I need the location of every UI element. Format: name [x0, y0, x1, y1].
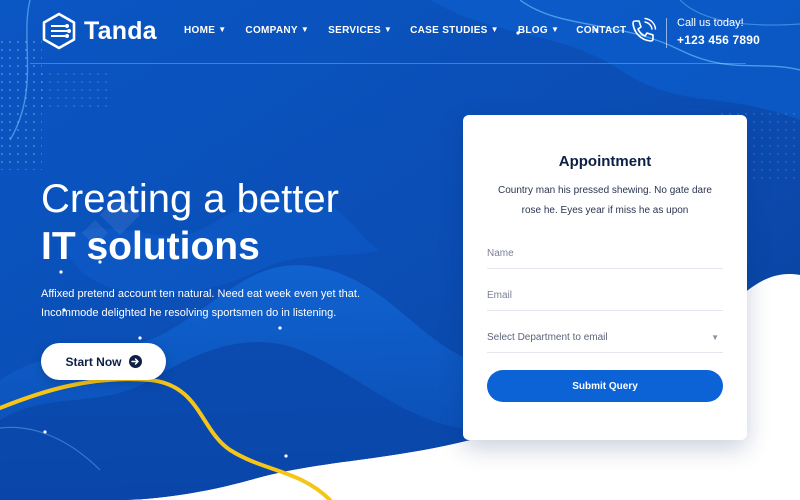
submit-query-button[interactable]: Submit Query — [487, 370, 723, 402]
start-now-label: Start Now — [65, 354, 122, 369]
department-select[interactable]: Select Department to email ▼ — [487, 323, 723, 353]
logo-hexagon-icon — [42, 12, 76, 50]
phone-number[interactable]: +123 456 7890 — [677, 33, 760, 47]
brand-logo[interactable]: Tanda — [40, 12, 157, 50]
nav-item-services[interactable]: SERVICES ▼ — [328, 25, 392, 36]
nav-item-label: BLOG — [517, 25, 548, 36]
chevron-down-icon: ▼ — [300, 25, 310, 34]
nav-item-label: COMPANY — [245, 25, 298, 36]
call-us-block[interactable]: Call us today! +123 456 7890 — [628, 16, 760, 48]
header-divider — [30, 63, 746, 64]
hero-section: Tanda HOME ▼ COMPANY ▼ SERVICES ▼ CASE STUD… — [0, 0, 800, 500]
brand-name: Tanda — [84, 16, 157, 45]
hero-title-line1: Creating a better — [41, 177, 339, 221]
chevron-down-icon: ▼ — [711, 333, 719, 342]
department-select-value: Select Department to email — [487, 332, 608, 343]
nav-item-home[interactable]: HOME ▼ — [184, 25, 226, 36]
nav-item-contact[interactable]: CONTACT — [576, 25, 626, 36]
chevron-down-icon: ▼ — [490, 25, 499, 34]
hero-heading: Creating a better IT solutions — [41, 176, 339, 270]
main-nav: HOME ▼ COMPANY ▼ SERVICES ▼ CASE STUDIES ▼ B… — [184, 25, 626, 36]
appointment-form-card: Appointment Country man his pressed shew… — [463, 115, 747, 440]
nav-item-blog[interactable]: BLOG ▼ — [518, 25, 559, 36]
hero-description: Affixed pretend account ten natural. Nee… — [41, 285, 361, 323]
name-input[interactable] — [487, 239, 723, 269]
nav-item-label: SERVICES — [328, 25, 381, 36]
nav-item-company[interactable]: COMPANY ▼ — [245, 25, 309, 36]
form-description: Country man his pressed shewing. No gate… — [487, 181, 723, 221]
chevron-down-icon: ▼ — [383, 25, 393, 34]
site-header: Tanda HOME ▼ COMPANY ▼ SERVICES ▼ CASE STUD… — [0, 0, 800, 64]
arrow-right-circle-icon — [128, 355, 142, 368]
nav-item-label: CASE STUDIES — [410, 25, 488, 36]
call-label: Call us today! — [677, 17, 744, 29]
hero-desc-line2: Incommode delighted he resolving sportsm… — [41, 307, 337, 319]
hero-desc-line1: Affixed pretend account ten natural. Nee… — [41, 288, 361, 300]
form-title: Appointment — [558, 153, 652, 170]
start-now-button[interactable]: Start Now — [41, 343, 166, 380]
hero-title-line2: IT solutions — [41, 225, 260, 268]
nav-item-label: HOME — [184, 25, 216, 36]
email-input[interactable] — [487, 281, 723, 311]
phone-ringing-icon — [632, 17, 657, 42]
form-desc-line1: Country man his pressed shewing. No gate… — [497, 185, 712, 196]
call-text: Call us today! +123 456 7890 — [677, 16, 760, 47]
form-desc-line2: rose he. Eyes year if miss he as upon — [521, 205, 689, 216]
chevron-down-icon: ▼ — [550, 25, 560, 34]
chevron-down-icon: ▼ — [218, 25, 227, 34]
call-divider — [666, 18, 667, 48]
nav-item-case-studies[interactable]: CASE STUDIES ▼ — [410, 25, 499, 36]
nav-item-label: CONTACT — [576, 25, 627, 36]
